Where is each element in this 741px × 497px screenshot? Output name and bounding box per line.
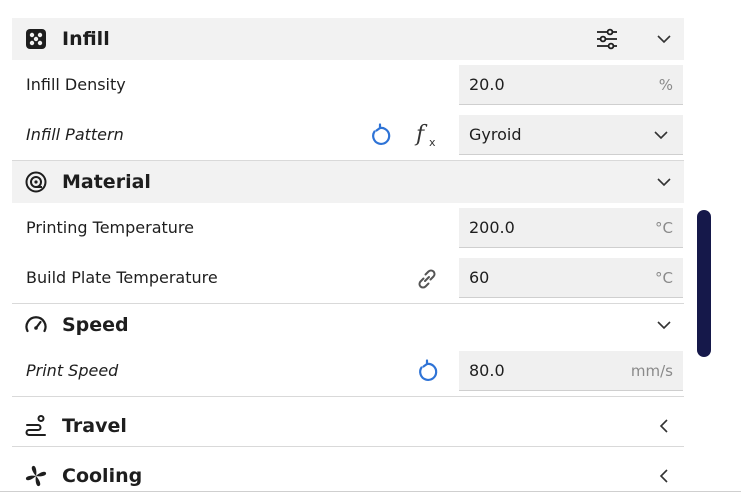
section-title-travel: Travel bbox=[62, 415, 127, 437]
print-speed-unit: mm/s bbox=[630, 362, 673, 380]
setting-row-printing-temperature: Printing Temperature 200.0 °C bbox=[12, 203, 684, 253]
printing-temperature-value[interactable]: 200.0 bbox=[469, 208, 515, 248]
infill-density-value[interactable]: 20.0 bbox=[469, 65, 505, 105]
infill-density-input[interactable]: 20.0 % bbox=[459, 65, 683, 105]
infill-pattern-icon bbox=[26, 29, 46, 49]
infill-pattern-label: Infill Pattern bbox=[26, 125, 124, 144]
infill-density-label: Infill Density bbox=[26, 75, 126, 94]
build-plate-temperature-value[interactable]: 60 bbox=[469, 258, 489, 298]
chevron-left-icon[interactable] bbox=[656, 418, 672, 434]
chevron-left-icon[interactable] bbox=[656, 468, 672, 484]
section-title-material: Material bbox=[62, 171, 151, 193]
infill-density-unit: % bbox=[658, 76, 673, 94]
section-header-travel[interactable]: Travel bbox=[12, 405, 684, 446]
chevron-down-icon[interactable] bbox=[656, 317, 672, 333]
build-plate-temperature-input[interactable]: 60 °C bbox=[459, 258, 683, 298]
svg-text:x: x bbox=[429, 136, 436, 149]
setting-row-print-speed: Print Speed 80.0 mm/s bbox=[12, 346, 684, 396]
link-icon[interactable] bbox=[413, 265, 441, 293]
section-title-infill: Infill bbox=[62, 28, 110, 50]
print-speed-label: Print Speed bbox=[26, 361, 119, 380]
print-settings-panel: Infill Infill Density 20.0 % Infill Patt… bbox=[12, 18, 684, 496]
reset-icon[interactable] bbox=[367, 123, 393, 149]
panel-bottom-border bbox=[0, 491, 741, 492]
section-title-speed: Speed bbox=[62, 314, 129, 336]
printing-temperature-label: Printing Temperature bbox=[26, 218, 194, 237]
print-speed-value[interactable]: 80.0 bbox=[469, 351, 505, 391]
speedometer-icon bbox=[25, 316, 47, 333]
print-speed-input[interactable]: 80.0 mm/s bbox=[459, 351, 683, 391]
spacer bbox=[12, 397, 684, 405]
printing-temperature-input[interactable]: 200.0 °C bbox=[459, 208, 683, 248]
chevron-down-icon bbox=[654, 131, 668, 140]
section-header-material[interactable]: Material bbox=[12, 161, 684, 203]
build-plate-temperature-label: Build Plate Temperature bbox=[26, 268, 218, 287]
spacer bbox=[12, 447, 684, 455]
printing-temperature-unit: °C bbox=[655, 219, 673, 237]
build-plate-temperature-unit: °C bbox=[655, 269, 673, 287]
reset-icon[interactable] bbox=[414, 359, 440, 385]
section-title-cooling: Cooling bbox=[62, 465, 143, 487]
travel-icon bbox=[25, 415, 46, 436]
vertical-scrollbar[interactable] bbox=[697, 210, 711, 357]
setting-row-infill-density: Infill Density 20.0 % bbox=[12, 60, 684, 110]
fan-icon bbox=[25, 465, 47, 487]
material-spool-icon bbox=[25, 171, 47, 193]
infill-pattern-dropdown[interactable]: Gyroid bbox=[459, 115, 683, 155]
section-header-speed[interactable]: Speed bbox=[12, 304, 684, 346]
chevron-down-icon[interactable] bbox=[656, 31, 672, 47]
function-fx-icon[interactable]: f x bbox=[414, 120, 442, 150]
settings-sliders-icon[interactable] bbox=[594, 26, 620, 52]
setting-row-build-plate-temperature: Build Plate Temperature 60 °C bbox=[12, 253, 684, 303]
section-header-cooling[interactable]: Cooling bbox=[12, 455, 684, 496]
setting-row-infill-pattern: Infill Pattern f x Gyroid bbox=[12, 110, 684, 160]
chevron-down-icon[interactable] bbox=[656, 174, 672, 190]
section-header-infill[interactable]: Infill bbox=[12, 18, 684, 60]
svg-text:f: f bbox=[414, 122, 428, 147]
infill-pattern-value: Gyroid bbox=[469, 125, 522, 144]
